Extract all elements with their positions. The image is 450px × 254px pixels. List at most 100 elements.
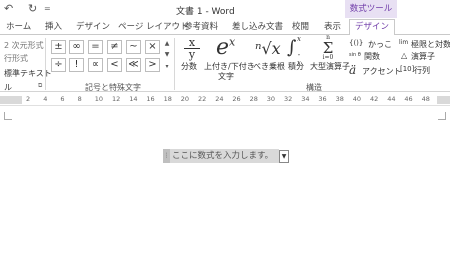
bracket-icon[interactable]: {()}	[349, 39, 363, 47]
ruler-number: 20	[180, 95, 190, 103]
ribbon-tabs: ホーム 挿入 デザイン ページ レイアウト 参考資料 差し込み文書 校閲 表示 …	[0, 18, 450, 36]
function-icon[interactable]: sin θ	[349, 52, 361, 58]
accent-icon[interactable]: ä	[349, 63, 356, 77]
symbol-greater-than[interactable]: >	[145, 58, 160, 72]
ruler-number: 28	[249, 95, 258, 103]
ruler-number: 6	[60, 95, 65, 103]
symbol-factorial[interactable]: !	[69, 58, 84, 72]
ruler-number: 34	[301, 95, 310, 103]
limit-log-button[interactable]: 極限と対数	[411, 39, 450, 50]
ruler-number: 8	[77, 95, 82, 103]
scroll-up-icon[interactable]: ▲	[163, 39, 171, 49]
symbol-less-than[interactable]: <	[107, 58, 122, 72]
ruler-number: 42	[370, 95, 379, 103]
equation-handle[interactable]: ⋮	[163, 149, 170, 163]
integral-sign: ∫	[287, 37, 297, 58]
ruler-number: 36	[318, 95, 327, 103]
integral-button[interactable]: 積分	[288, 61, 304, 72]
operator-sigma: Σ	[322, 39, 334, 57]
symbol-plus-minus[interactable]: ±	[51, 40, 66, 54]
ruler-number: 30	[266, 95, 276, 103]
integral-icon[interactable]: ∫ x -x	[287, 35, 301, 67]
script-button-line2: 文字	[218, 72, 234, 81]
ruler-number: 24	[215, 95, 224, 103]
integral-upper: x	[297, 35, 301, 43]
equation-tools-label: 数式ツール	[345, 0, 397, 18]
ruler-left-margin	[0, 96, 22, 104]
matrix-icon[interactable]: [10]	[400, 65, 414, 73]
tab-home[interactable]: ホーム	[6, 20, 31, 35]
scroll-down-icon[interactable]: ▼	[163, 50, 171, 60]
tab-equation-design[interactable]: デザイン	[349, 19, 396, 36]
equation-placeholder[interactable]: ここに数式を入力します。	[170, 149, 279, 163]
fraction-icon[interactable]: x y	[184, 37, 200, 60]
tab-design[interactable]: デザイン	[76, 20, 110, 35]
tab-insert[interactable]: 挿入	[45, 20, 62, 35]
operator-icon[interactable]: △	[401, 51, 407, 60]
document-page[interactable]	[0, 106, 450, 254]
symbol-proportional[interactable]: ∝	[88, 58, 103, 72]
ruler-number: 46	[404, 95, 413, 103]
margin-mark-right	[438, 112, 446, 120]
fraction-numerator: x	[188, 36, 196, 49]
group-separator	[45, 38, 46, 90]
ruler-number: 32	[284, 95, 293, 103]
script-base: e	[216, 35, 230, 60]
symbol-divide[interactable]: ÷	[51, 58, 66, 72]
bracket-button[interactable]: かっこ	[368, 39, 392, 50]
symbol-much-less-than[interactable]: ≪	[126, 58, 141, 72]
dialog-launcher-icon[interactable]: ⧉	[38, 82, 42, 90]
ruler-number: 4	[43, 95, 48, 103]
fraction-denominator: y	[184, 48, 200, 60]
ruler-number: 18	[163, 95, 172, 103]
symbol-tilde[interactable]: ~	[126, 40, 141, 54]
active-tab-joint	[348, 35, 396, 37]
ruler-number: 44	[387, 95, 396, 103]
redo-icon[interactable]: ↻	[28, 2, 37, 15]
more-symbols-icon[interactable]: ▾	[163, 62, 171, 72]
function-button[interactable]: 関数	[364, 51, 380, 62]
equation-options-dropdown[interactable]: ▼	[279, 150, 289, 163]
horizontal-ruler[interactable]: 2 4 6 8 10 12 14 16 18 20 22 24 26 28 30 32 34 36 38 40 42 44…	[0, 94, 450, 106]
large-operator-icon[interactable]: n Σ i=0	[318, 35, 338, 61]
ruler-number: 16	[146, 95, 155, 103]
tab-view[interactable]: 表示	[324, 20, 341, 35]
group-separator	[174, 38, 175, 90]
ruler-number: 22	[198, 95, 207, 103]
operator-button[interactable]: 演算子	[411, 51, 435, 62]
limit-log-icon[interactable]: lim	[399, 39, 408, 46]
customize-quick-access-icon[interactable]: =	[44, 4, 51, 13]
structures-group-label: 構造	[306, 83, 322, 92]
ruler-number: 40	[352, 95, 362, 103]
radical-icon[interactable]: ⁿ√x	[255, 39, 281, 58]
window-title: 文書 1 - Word	[176, 7, 235, 17]
accent-button[interactable]: アクセント	[362, 66, 402, 77]
symbol-equals[interactable]: =	[88, 40, 103, 54]
radical-button[interactable]: べき乗根	[253, 61, 285, 72]
margin-mark-left	[4, 112, 12, 120]
ribbon: 2 次元形式 行形式 標準テキスト ± ∞ = ≠ ~ × ÷ ! ∝ < ≪ …	[0, 34, 450, 92]
tab-mailings[interactable]: 差し込み文書	[232, 20, 283, 35]
matrix-button[interactable]: 行列	[414, 65, 430, 76]
tab-references[interactable]: 参考資料	[184, 20, 218, 35]
tab-review[interactable]: 校閲	[292, 20, 309, 35]
ruler-number: 48	[421, 95, 430, 103]
ruler-number: 2	[26, 95, 31, 103]
ruler-number: 12	[112, 95, 121, 103]
professional-button[interactable]: 2 次元形式	[4, 40, 44, 51]
tab-page-layout[interactable]: ページ レイアウト	[118, 20, 189, 35]
script-icon[interactable]: ex	[216, 35, 235, 60]
symbol-times[interactable]: ×	[145, 40, 160, 54]
script-superscript: x	[229, 35, 236, 49]
symbols-group-label: 記号と特殊文字	[85, 83, 141, 92]
ruler-number: 26	[232, 95, 241, 103]
fraction-button[interactable]: 分数	[181, 61, 197, 72]
symbol-not-equal[interactable]: ≠	[107, 40, 122, 54]
undo-icon[interactable]: ↶	[4, 2, 13, 15]
large-operator-button[interactable]: 大型演算子	[310, 61, 350, 72]
ruler-right-margin	[437, 96, 450, 104]
ruler-number: 14	[129, 95, 138, 103]
ruler-number: 10	[94, 95, 104, 103]
symbol-infinity[interactable]: ∞	[69, 40, 84, 54]
linear-button[interactable]: 行形式	[4, 53, 28, 64]
